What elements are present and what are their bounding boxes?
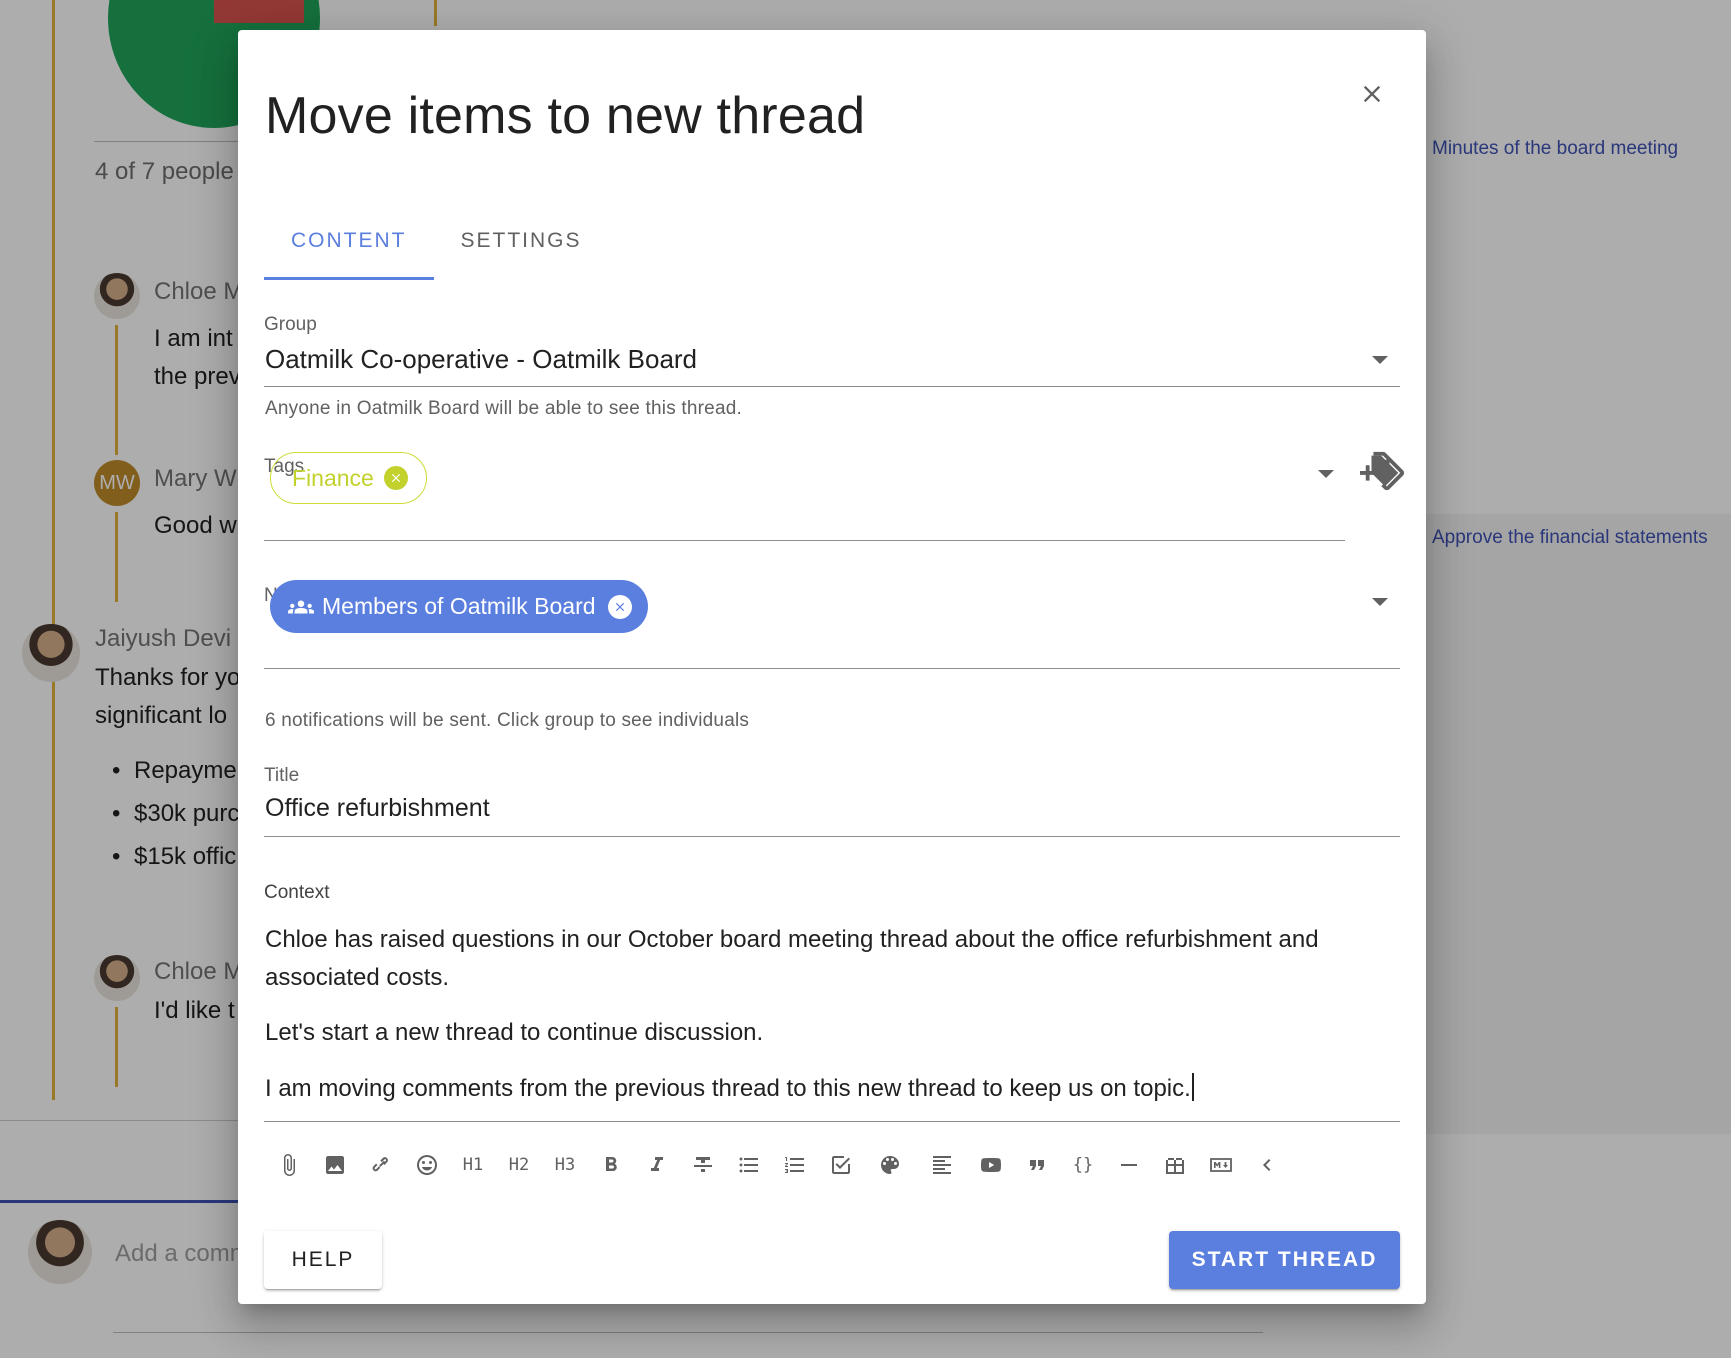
- context-label: Context: [264, 882, 330, 903]
- image-button[interactable]: [312, 1145, 358, 1185]
- italic-icon: [651, 1157, 663, 1171]
- tab-settings[interactable]: SETTINGS: [434, 210, 609, 280]
- bold-button[interactable]: [588, 1145, 634, 1185]
- title-label: Title: [264, 765, 300, 786]
- collapse-toolbar-button[interactable]: [1244, 1145, 1290, 1185]
- chevron-down-icon[interactable]: [1372, 598, 1388, 606]
- paperclip-icon: [284, 1154, 295, 1176]
- notify-chip-members[interactable]: Members of Oatmilk Board: [270, 580, 648, 633]
- close-icon: [1363, 85, 1381, 103]
- close-icon: [391, 473, 400, 483]
- video-button[interactable]: [968, 1145, 1014, 1185]
- group-label: Group: [264, 314, 317, 335]
- quote-button[interactable]: [1014, 1145, 1060, 1185]
- context-paragraph: Chloe has raised questions in our Octobe…: [265, 926, 1319, 991]
- title-input[interactable]: Office refurbishment: [265, 794, 490, 823]
- context-paragraph-text: I am moving comments from the previous t…: [265, 1075, 1191, 1102]
- dialog-tabs: CONTENT SETTINGS: [264, 210, 609, 280]
- markdown-button[interactable]: [1198, 1145, 1244, 1185]
- attach-button[interactable]: [266, 1145, 312, 1185]
- italic-button[interactable]: [634, 1145, 680, 1185]
- text-cursor: [1191, 1073, 1194, 1101]
- code-block-button[interactable]: {}: [1060, 1145, 1106, 1185]
- horizontal-rule-icon: [1121, 1164, 1137, 1166]
- youtube-icon: [981, 1158, 1001, 1172]
- notify-chip-label: Members of Oatmilk Board: [322, 593, 596, 619]
- chevron-down-icon[interactable]: [1372, 356, 1388, 364]
- context-underline: [264, 1121, 1400, 1122]
- heading-2-button[interactable]: H2: [496, 1145, 542, 1185]
- close-icon: [615, 602, 624, 611]
- markdown-icon: [1210, 1158, 1232, 1172]
- align-button[interactable]: [916, 1145, 968, 1185]
- palette-icon: [881, 1156, 899, 1174]
- chevron-left-icon: [1263, 1159, 1271, 1171]
- tags-underline: [264, 540, 1345, 541]
- table-button[interactable]: [1152, 1145, 1198, 1185]
- bullet-list-button[interactable]: [726, 1145, 772, 1185]
- context-paragraph: Let's start a new thread to continue dis…: [265, 1019, 764, 1046]
- tag-chip-finance[interactable]: Finance: [270, 452, 427, 504]
- image-icon: [326, 1156, 344, 1174]
- quote-icon: [1030, 1160, 1044, 1170]
- dialog-title: Move items to new thread: [265, 87, 866, 145]
- start-thread-button[interactable]: START THREAD: [1169, 1231, 1400, 1289]
- group-select[interactable]: Oatmilk Co-operative - Oatmilk Board: [265, 344, 697, 375]
- help-button[interactable]: HELP: [264, 1231, 382, 1289]
- group-icon: [288, 600, 314, 613]
- context-paragraph: I am moving comments from the previous t…: [265, 1070, 1395, 1108]
- heading-1-button[interactable]: H1: [450, 1145, 496, 1185]
- table-icon: [1166, 1156, 1184, 1174]
- text-color-button[interactable]: [864, 1145, 916, 1185]
- add-tag-button[interactable]: [1360, 448, 1406, 494]
- bullet-list-icon: [739, 1157, 758, 1173]
- notify-hint[interactable]: 6 notifications will be sent. Click grou…: [265, 710, 749, 732]
- checkbox-icon: [832, 1156, 850, 1174]
- numbered-list-icon: [785, 1157, 804, 1173]
- group-underline: [264, 386, 1400, 387]
- tag-chip-label: Finance: [292, 464, 374, 491]
- tag-plus-icon: [1360, 451, 1405, 491]
- close-button[interactable]: [1348, 70, 1396, 118]
- chevron-down-icon[interactable]: [1318, 470, 1334, 478]
- link-button[interactable]: [358, 1145, 404, 1185]
- group-hint: Anyone in Oatmilk Board will be able to …: [265, 398, 742, 419]
- title-underline: [264, 836, 1400, 837]
- emoji-button[interactable]: [404, 1145, 450, 1185]
- notify-underline: [264, 668, 1400, 669]
- move-items-dialog: Move items to new thread CONTENT SETTING…: [238, 30, 1426, 1304]
- remove-tag-button[interactable]: [383, 466, 408, 490]
- editor-toolbar: H1 H2 H3 {}: [266, 1145, 1290, 1185]
- horizontal-rule-button[interactable]: [1106, 1145, 1152, 1185]
- emoji-icon: [417, 1155, 437, 1175]
- strikethrough-icon: [694, 1157, 712, 1172]
- numbered-list-button[interactable]: [772, 1145, 818, 1185]
- align-left-icon: [933, 1156, 951, 1174]
- strikethrough-button[interactable]: [680, 1145, 726, 1185]
- remove-notify-button[interactable]: [607, 594, 632, 619]
- task-list-button[interactable]: [818, 1145, 864, 1185]
- bold-icon: [606, 1157, 617, 1171]
- heading-3-button[interactable]: H3: [542, 1145, 588, 1185]
- tab-content[interactable]: CONTENT: [264, 210, 434, 280]
- link-icon: [372, 1157, 388, 1172]
